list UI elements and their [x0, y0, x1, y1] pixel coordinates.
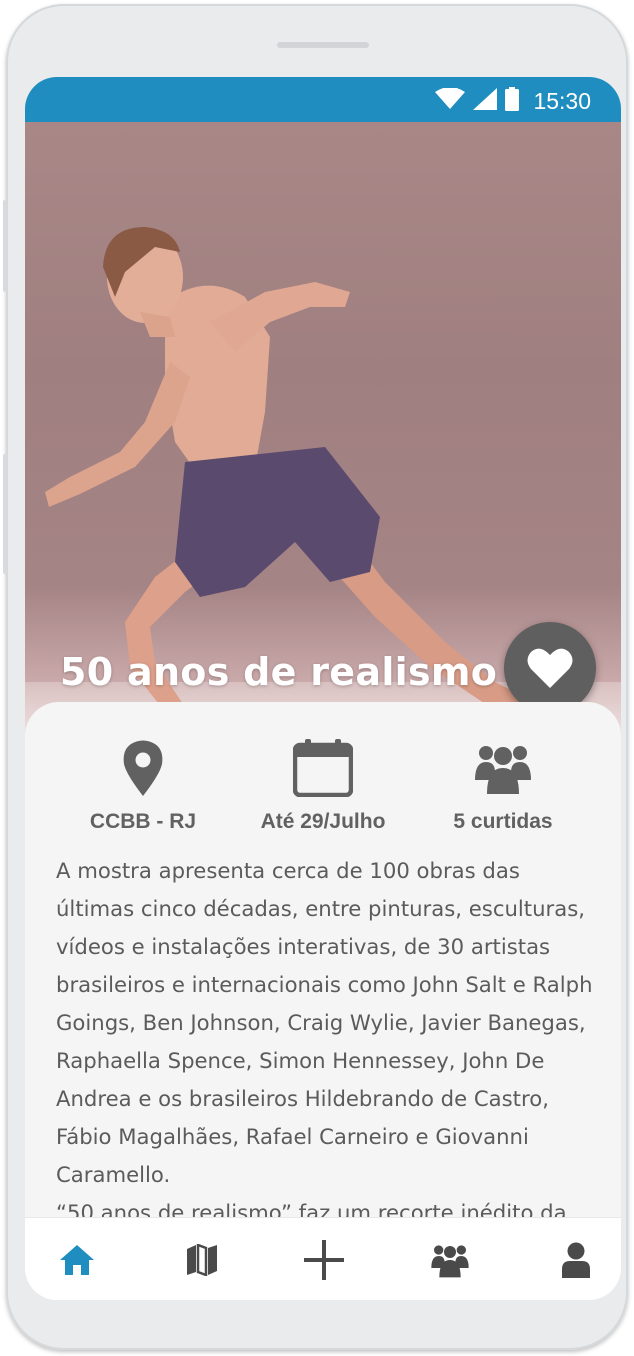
- nav-groups[interactable]: [430, 1240, 470, 1280]
- heart-icon: [527, 648, 573, 688]
- volume-button: [3, 200, 7, 292]
- favorite-button[interactable]: [504, 622, 596, 714]
- person-icon: [562, 1242, 590, 1278]
- event-description: A mostra apresenta cerca de 100 obras da…: [56, 852, 601, 1232]
- likes-label: 5 curtidas: [453, 810, 553, 833]
- nav-home[interactable]: [57, 1240, 97, 1280]
- group-icon: [431, 1245, 469, 1278]
- date-info[interactable]: Até 29/Julho: [228, 738, 418, 834]
- event-hero-image: 50 anos de realismo: [25, 122, 621, 742]
- location-label: CCBB - RJ: [89, 810, 197, 833]
- bottom-navigation: [25, 1217, 621, 1300]
- wifi-icon: [435, 87, 466, 115]
- plus-icon: [304, 1240, 344, 1280]
- speaker-grille: [277, 42, 369, 48]
- event-title: 50 anos de realismo: [60, 650, 498, 694]
- status-bar: 15:30: [25, 77, 621, 122]
- date-label: Até 29/Julho: [260, 810, 386, 833]
- calendar-icon: [293, 739, 353, 797]
- nav-add[interactable]: [304, 1240, 344, 1280]
- power-button: [3, 454, 7, 574]
- phone-frame: 15:30 50 anos de realismo CCBB - RJ Até …: [3, 4, 628, 1350]
- map-icon: [187, 1244, 217, 1276]
- group-icon: [475, 746, 531, 794]
- location-info[interactable]: CCBB - RJ: [48, 738, 238, 834]
- home-icon: [60, 1245, 94, 1275]
- nav-profile[interactable]: [556, 1240, 596, 1280]
- location-pin-icon: [123, 740, 163, 796]
- screen: 15:30 50 anos de realismo CCBB - RJ Até …: [25, 77, 621, 1300]
- signal-icon: [473, 88, 498, 115]
- battery-icon: [505, 87, 520, 116]
- status-time: 15:30: [533, 88, 591, 114]
- event-details-card: CCBB - RJ Até 29/Julho 5 curtidas A most…: [25, 702, 621, 1225]
- nav-map[interactable]: [182, 1240, 222, 1280]
- likes-info[interactable]: 5 curtidas: [408, 738, 598, 834]
- description-paragraph: A mostra apresenta cerca de 100 obras da…: [56, 858, 593, 1187]
